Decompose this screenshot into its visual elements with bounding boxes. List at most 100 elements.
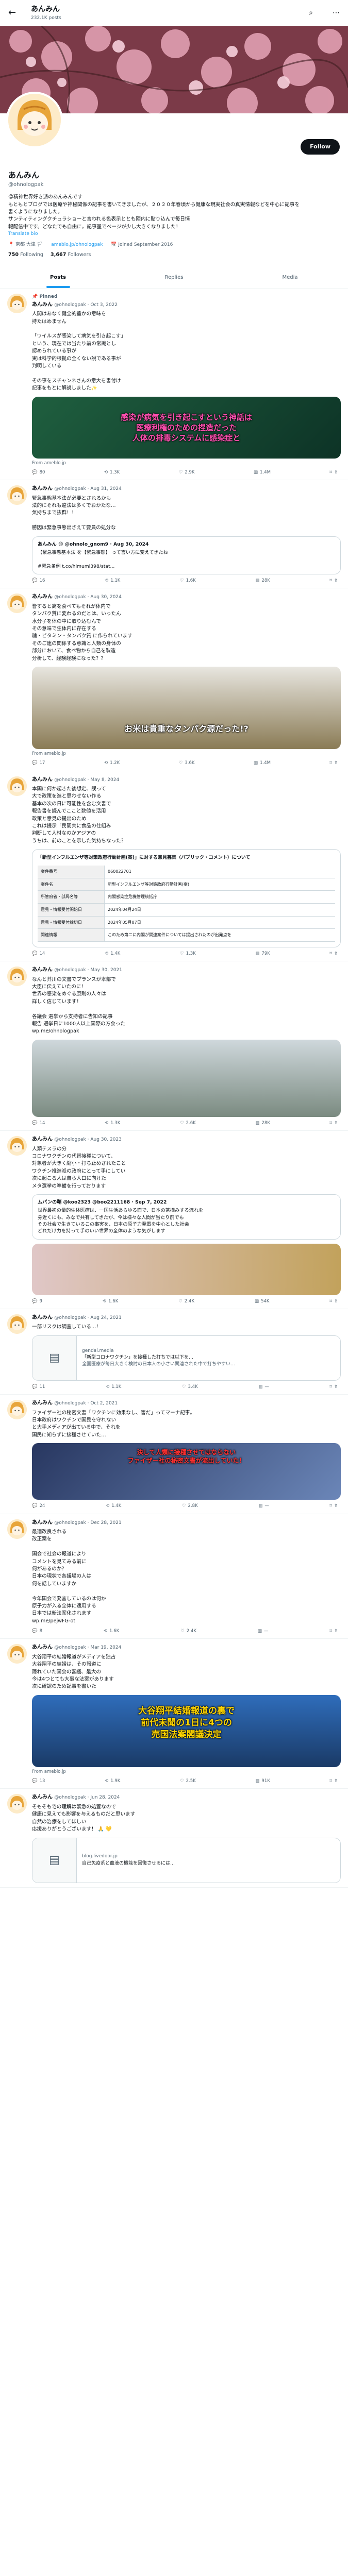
reply-button[interactable]: 💬 24 <box>32 1503 45 1509</box>
retweet-button[interactable]: ⟲ 1.3K <box>105 1120 120 1126</box>
tweet-avatar[interactable] <box>7 1519 27 1539</box>
tweet-avatar[interactable] <box>7 1794 27 1814</box>
share-button[interactable]: ⌑ ⇪ <box>330 1298 338 1304</box>
like-button[interactable]: ♡ 2.4K <box>178 1298 194 1304</box>
retweet-button[interactable]: ⟲ 1.6K <box>103 1298 118 1304</box>
retweet-button[interactable]: ⟲ 1.1K <box>105 578 120 584</box>
tweet[interactable]: あんみん @ohnologpak · Aug 30, 2023 人類テスラの分 コ… <box>0 1131 348 1309</box>
tweet[interactable]: あんみん @ohnologpak · May 30, 2021 なんと芥川の文書で… <box>0 961 348 1131</box>
views-button[interactable]: ▥ 28K <box>255 578 270 584</box>
tweet-media-image[interactable]: 大谷翔平結婚報道の裏で 前代未聞の1日に4つの 売国法案閣議決定 <box>32 1694 341 1767</box>
share-button[interactable]: ⌑ ⇪ <box>329 1120 338 1126</box>
tab-posts[interactable]: Posts <box>0 268 116 288</box>
document-image[interactable]: 「新型インフルエンザ等対策政府行動計画(案)」に対する意見募集（パブリック・コメ… <box>32 849 341 947</box>
like-button[interactable]: ♡ 2.9K <box>179 469 195 476</box>
tweet-author-name[interactable]: あんみん <box>32 777 53 783</box>
tweet-avatar[interactable] <box>7 594 27 614</box>
back-arrow-icon[interactable]: ← <box>8 6 19 20</box>
tweet[interactable]: あんみん @ohnologpak · Jun 28, 2024 そもそも宅の理解は… <box>0 1789 348 1888</box>
tweet[interactable]: あんみん @ohnologpak · Aug 31, 2024 緊急事態基本法が必… <box>0 480 348 589</box>
views-button[interactable]: ▥ 1.4M <box>254 469 271 476</box>
share-button[interactable]: ⌑ ⇪ <box>330 469 338 476</box>
like-button[interactable]: ♡ 2.4K <box>180 1628 196 1634</box>
tab-replies[interactable]: Replies <box>116 268 232 288</box>
share-button[interactable]: ⌑ ⇪ <box>329 1503 338 1509</box>
quoted-tweet[interactable]: ムパンの鞘 @koo2323 @boo2211168 · Sep 7, 2022… <box>32 1194 341 1240</box>
tweet[interactable]: あんみん @ohnologpak · Aug 30, 2024 皆すると高を食べて… <box>0 588 348 771</box>
tweet-author-name[interactable]: あんみん <box>32 302 53 308</box>
reply-button[interactable]: 💬 16 <box>32 578 45 584</box>
tweet-author-name[interactable]: あんみん <box>32 486 53 492</box>
views-button[interactable]: ▥ — <box>258 1384 269 1390</box>
tweet-author-name[interactable]: あんみん <box>32 1645 53 1650</box>
tweet[interactable]: あんみん @ohnologpak · May 8, 2024 本国に何か起きた後想… <box>0 771 348 962</box>
tweet-avatar[interactable] <box>7 1644 27 1664</box>
tweet-avatar[interactable] <box>7 967 27 987</box>
media-source[interactable]: From ameblo.jp <box>32 1769 341 1775</box>
retweet-button[interactable]: ⟲ 1.6K <box>104 1628 119 1634</box>
tweet-media-image[interactable]: お米は貴重なタンパク源だった!? <box>32 666 341 749</box>
link-card[interactable]: ▤ blog.livedoor.jp 自己免疫系と血液の機能を回復させるには… <box>32 1837 341 1883</box>
more-icon[interactable]: ⋯ <box>333 8 340 18</box>
tweet-author-name[interactable]: あんみん <box>32 1400 53 1406</box>
tweet-avatar[interactable] <box>7 1314 27 1334</box>
like-button[interactable]: ♡ 2.6K <box>180 1120 196 1126</box>
share-button[interactable]: ⌑ ⇪ <box>330 760 338 766</box>
tweet-author-name[interactable]: あんみん <box>32 1520 53 1526</box>
tweet-author-name[interactable]: あんみん <box>32 1137 53 1142</box>
like-button[interactable]: ♡ 3.4K <box>182 1384 198 1390</box>
like-button[interactable]: ♡ 3.6K <box>179 760 195 766</box>
views-button[interactable]: ▥ 54K <box>255 1298 269 1304</box>
media-source[interactable]: From ameblo.jp <box>32 460 341 466</box>
quoted-tweet[interactable]: あんみん 😊 @ohnolo_gnom9 · Aug 30, 2024 【緊急事態… <box>32 536 341 574</box>
share-button[interactable]: ⌑ ⇪ <box>329 951 338 957</box>
share-button[interactable]: ⌑ ⇪ <box>329 578 338 584</box>
views-button[interactable]: ▥ — <box>258 1628 269 1634</box>
tweet-media-image[interactable] <box>32 1039 341 1117</box>
link-card[interactable]: ▤ gendai.media 「新型コロナワクチン」を接種した打ちでは以下を… 全国医… <box>32 1335 341 1381</box>
like-button[interactable]: ♡ 2.5K <box>180 1778 196 1784</box>
reply-button[interactable]: 💬 13 <box>32 1778 45 1784</box>
retweet-button[interactable]: ⟲ 1.1K <box>106 1384 121 1390</box>
share-button[interactable]: ⌑ ⇪ <box>329 1778 338 1784</box>
tweet[interactable]: あんみん @ohnologpak · Mar 19, 2024 大谷翔平の結婚報道… <box>0 1639 348 1789</box>
tweet-avatar[interactable] <box>7 1400 27 1420</box>
tweet-avatar[interactable] <box>7 1136 27 1156</box>
share-button[interactable]: ⌑ ⇪ <box>329 1628 338 1634</box>
following-count[interactable]: 750 Following <box>8 251 43 259</box>
retweet-button[interactable]: ⟲ 1.4K <box>105 951 120 957</box>
views-button[interactable]: ▥ 1.4M <box>254 760 271 766</box>
tweet-media-image[interactable] <box>32 1243 341 1295</box>
followers-count[interactable]: 3,667 Followers <box>51 251 91 259</box>
media-source[interactable]: From ameblo.jp <box>32 751 341 757</box>
like-button[interactable]: ♡ 2.8K <box>182 1503 198 1509</box>
translate-bio-link[interactable]: Translate bio <box>8 231 340 238</box>
reply-button[interactable]: 💬 9 <box>32 1298 42 1304</box>
tweet-avatar[interactable] <box>7 776 27 796</box>
like-button[interactable]: ♡ 1.6K <box>180 578 196 584</box>
tweet-avatar[interactable] <box>7 485 27 505</box>
views-button[interactable]: ▥ 91K <box>255 1778 270 1784</box>
tab-media[interactable]: Media <box>232 268 348 288</box>
views-button[interactable]: ▥ 79K <box>255 951 270 957</box>
reply-button[interactable]: 💬 14 <box>32 951 45 957</box>
like-button[interactable]: ♡ 1.3K <box>180 951 196 957</box>
retweet-button[interactable]: ⟲ 1.3K <box>104 469 120 476</box>
tweet-author-name[interactable]: あんみん <box>32 1315 53 1320</box>
tweet[interactable]: あんみん @ohnologpak · Dec 28, 2021 最適改良される 改… <box>0 1514 348 1639</box>
share-button[interactable]: ⌑ ⇪ <box>329 1384 338 1390</box>
profile-link[interactable]: ameblo.jp/ohnologpak <box>51 242 103 248</box>
tweet-media-image[interactable]: 決して人類に接種させてはならない ファイザー社の秘密文書が流出していた！ <box>32 1443 341 1500</box>
reply-button[interactable]: 💬 80 <box>32 469 45 476</box>
reply-button[interactable]: 💬 11 <box>32 1384 45 1390</box>
search-icon[interactable]: ⌕ <box>309 8 313 18</box>
views-button[interactable]: ▥ 28K <box>255 1120 270 1126</box>
reply-button[interactable]: 💬 17 <box>32 760 45 766</box>
reply-button[interactable]: 💬 8 <box>32 1628 42 1634</box>
views-button[interactable]: ▥ — <box>258 1503 269 1509</box>
retweet-button[interactable]: ⟲ 1.9K <box>105 1778 120 1784</box>
tweet-author-name[interactable]: あんみん <box>32 1794 53 1800</box>
retweet-button[interactable]: ⟲ 1.4K <box>106 1503 121 1509</box>
tweet[interactable]: あんみん @ohnologpak · Oct 2, 2021 ファイザー社の秘密文… <box>0 1395 348 1514</box>
tweet-avatar[interactable] <box>7 293 27 313</box>
